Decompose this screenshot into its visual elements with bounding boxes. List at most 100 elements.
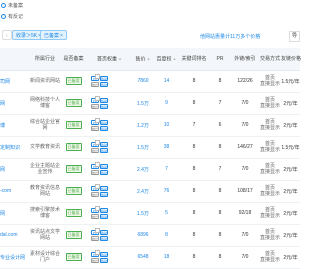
cell-kw: 8 bbox=[192, 78, 196, 84]
cell-industry: 搜索引擎技术博客 bbox=[30, 207, 61, 219]
sort-icon[interactable]: ▲ bbox=[147, 48, 151, 70]
th-weight[interactable]: 首页权重▲ bbox=[87, 48, 132, 70]
cell-links: 7/0 bbox=[241, 254, 249, 260]
th-links[interactable]: 外链/索引 bbox=[231, 48, 259, 70]
table-row[interactable]: 网搜索引擎技术博客已备案PC移动统计移动1.5万58892/18首页直接显示2元… bbox=[0, 202, 300, 225]
cell-site[interactable]: dal.com bbox=[0, 224, 30, 246]
cell-kw: 8 bbox=[192, 188, 196, 194]
cell-fee: 2元/年 bbox=[283, 166, 298, 173]
table-row[interactable]: 博综合站企业官网已备案PC移动统计移动1.2万10767/0首页直接显示2元/年 bbox=[0, 114, 300, 137]
th-fee: 友链价格 bbox=[281, 56, 302, 62]
cell-weight: 9 bbox=[165, 100, 168, 106]
cell-record: 已备案 bbox=[60, 92, 87, 114]
cell-pr: 8 bbox=[218, 144, 222, 150]
cell-industry: 企业主题站企业宣传 bbox=[30, 163, 61, 175]
table-row[interactable]: 网网络科技个人博客已备案PC移动统计移动1.5万9877/0首页直接显示2元/年 bbox=[0, 92, 300, 115]
row-checkbox[interactable] bbox=[95, 96, 100, 101]
filter-prev-chip[interactable]: ‹ bbox=[2, 30, 12, 40]
cell-site[interactable]: 司网 bbox=[0, 70, 30, 92]
stat-icon: 统计 bbox=[91, 213, 99, 219]
export-button[interactable]: 导 bbox=[288, 31, 300, 42]
row-checkbox[interactable] bbox=[95, 118, 100, 123]
cell-method: 首页 直接显示 bbox=[259, 207, 280, 219]
cell-industry: 素材设计综合门户 bbox=[30, 251, 61, 263]
th-price[interactable]: 售价▲ bbox=[132, 48, 154, 70]
stat-icon: 统计 bbox=[91, 103, 99, 109]
row-checkbox[interactable] bbox=[95, 74, 100, 79]
row-checkbox[interactable] bbox=[95, 228, 100, 233]
cell-method: 首页 直接显示 bbox=[259, 229, 280, 241]
mobile-stat-icon: 移动 bbox=[100, 147, 108, 153]
th-weight2[interactable]: 百度权▲ bbox=[154, 48, 179, 70]
th-kw[interactable]: 关键词排名 bbox=[179, 48, 209, 70]
filter-chip-indexed-label: 收录＞5K bbox=[16, 33, 38, 39]
stat-icon: 统计 bbox=[91, 147, 99, 153]
table-row[interactable]: -com教育资讯信息网站已备案PC移动统计移动2.4万7688108/17首页直… bbox=[0, 180, 300, 203]
cell-site[interactable]: 网 bbox=[0, 158, 30, 180]
cell-weight: 10 bbox=[163, 122, 170, 128]
th-weight-label: 首页权重 bbox=[97, 56, 118, 63]
th-pr[interactable]: PR bbox=[209, 48, 231, 70]
cell-kw: 8 bbox=[192, 254, 196, 260]
sort-icon[interactable]: ▲ bbox=[173, 48, 177, 70]
sort-icon[interactable]: ▲ bbox=[118, 48, 122, 70]
row-checkbox[interactable] bbox=[95, 140, 100, 145]
filter-chip-recorded[interactable]: 已备案× bbox=[40, 30, 67, 40]
row-checkbox[interactable] bbox=[95, 184, 100, 189]
cell-site[interactable]: -com bbox=[0, 180, 30, 202]
cell-price[interactable]: 6896 bbox=[132, 224, 154, 246]
cell-site[interactable]: 专业设计网 bbox=[0, 246, 30, 268]
row-checkbox[interactable] bbox=[95, 250, 100, 255]
th-industry[interactable]: 所属行业 bbox=[30, 48, 60, 70]
table-row[interactable]: dal.com资讯站点文学网站已备案PC移动统计移动68968887/0首页直接… bbox=[0, 224, 300, 247]
cell-site[interactable]: 网 bbox=[0, 92, 30, 114]
cell-method: 首页 直接显示 bbox=[259, 75, 280, 87]
cell-kw: 8 bbox=[192, 100, 196, 106]
cell-industry: 综合站企业官网 bbox=[30, 119, 61, 131]
table-row[interactable]: 专业设计网素材设计综合门户已备案PC移动统计移动654818887/0首页直接显… bbox=[0, 246, 300, 269]
cell-price[interactable]: 6548 bbox=[132, 246, 154, 268]
cell-price[interactable]: 1.5万 bbox=[132, 202, 154, 224]
th-record[interactable]: 是否备案 bbox=[60, 48, 87, 70]
radio-unrecorded[interactable]: 未备案 bbox=[0, 0, 23, 10]
cell-weight: 14 bbox=[163, 78, 170, 84]
cell-kw: 8 bbox=[192, 232, 196, 238]
cell-kw: 8 bbox=[192, 166, 196, 172]
radio-reverse[interactable]: 有反记 bbox=[0, 11, 23, 21]
record-badge: 已备案 bbox=[65, 253, 82, 261]
record-badge: 已备案 bbox=[65, 209, 82, 217]
cell-price[interactable]: 1.2万 bbox=[132, 114, 154, 136]
cell-weight: 5 bbox=[165, 210, 168, 216]
mobile-stat-icon: 移动 bbox=[100, 125, 108, 131]
cell-links: 146/27 bbox=[237, 144, 253, 150]
cell-kw: 8 bbox=[192, 144, 196, 150]
cell-price[interactable]: 2.4万 bbox=[132, 180, 154, 202]
record-badge: 已备案 bbox=[65, 187, 82, 195]
row-checkbox[interactable] bbox=[95, 206, 100, 211]
cell-price[interactable]: 1.5万 bbox=[132, 92, 154, 114]
close-icon[interactable]: × bbox=[60, 33, 63, 39]
cell-price[interactable]: 1.5万 bbox=[132, 136, 154, 158]
cell-price[interactable]: 2.4万 bbox=[132, 158, 154, 180]
record-badge: 已备案 bbox=[65, 231, 82, 239]
mobile-weight-icon: 移动 bbox=[100, 75, 108, 81]
record-badge: 已备案 bbox=[65, 121, 82, 129]
table-row[interactable]: 司网新闻资讯网站已备案PC移动统计移动78601488122/26首页直接显示1… bbox=[0, 70, 300, 93]
row-checkbox[interactable] bbox=[95, 162, 100, 167]
radio-icon[interactable] bbox=[1, 2, 6, 8]
cell-site[interactable]: 定制知识 bbox=[0, 136, 30, 158]
table-row[interactable]: 网企业主题站企业宣传已备案PC移动统计移动2.4万7877/0首页直接显示2元/… bbox=[0, 158, 300, 181]
cell-price[interactable]: 7860 bbox=[132, 70, 154, 92]
radio-icon[interactable] bbox=[1, 13, 6, 19]
cell-record: 已备案 bbox=[60, 114, 87, 136]
mobile-weight-icon: 移动 bbox=[100, 163, 108, 169]
mobile-weight-icon: 移动 bbox=[100, 207, 108, 213]
cell-site[interactable]: 博 bbox=[0, 114, 30, 136]
cell-pr: 7 bbox=[218, 166, 222, 172]
mobile-stat-icon: 移动 bbox=[100, 235, 108, 241]
table-row[interactable]: 定制知识文学教育资讯已备案PC移动统计移动1.5万3888146/27首页直接显… bbox=[0, 136, 300, 159]
result-notice[interactable]: 他网站惠量计11万多个价格 bbox=[200, 33, 260, 40]
cell-method: 首页 直接显示 bbox=[259, 251, 280, 263]
stat-icon: 统计 bbox=[91, 191, 99, 197]
cell-site[interactable]: 网 bbox=[0, 202, 30, 224]
